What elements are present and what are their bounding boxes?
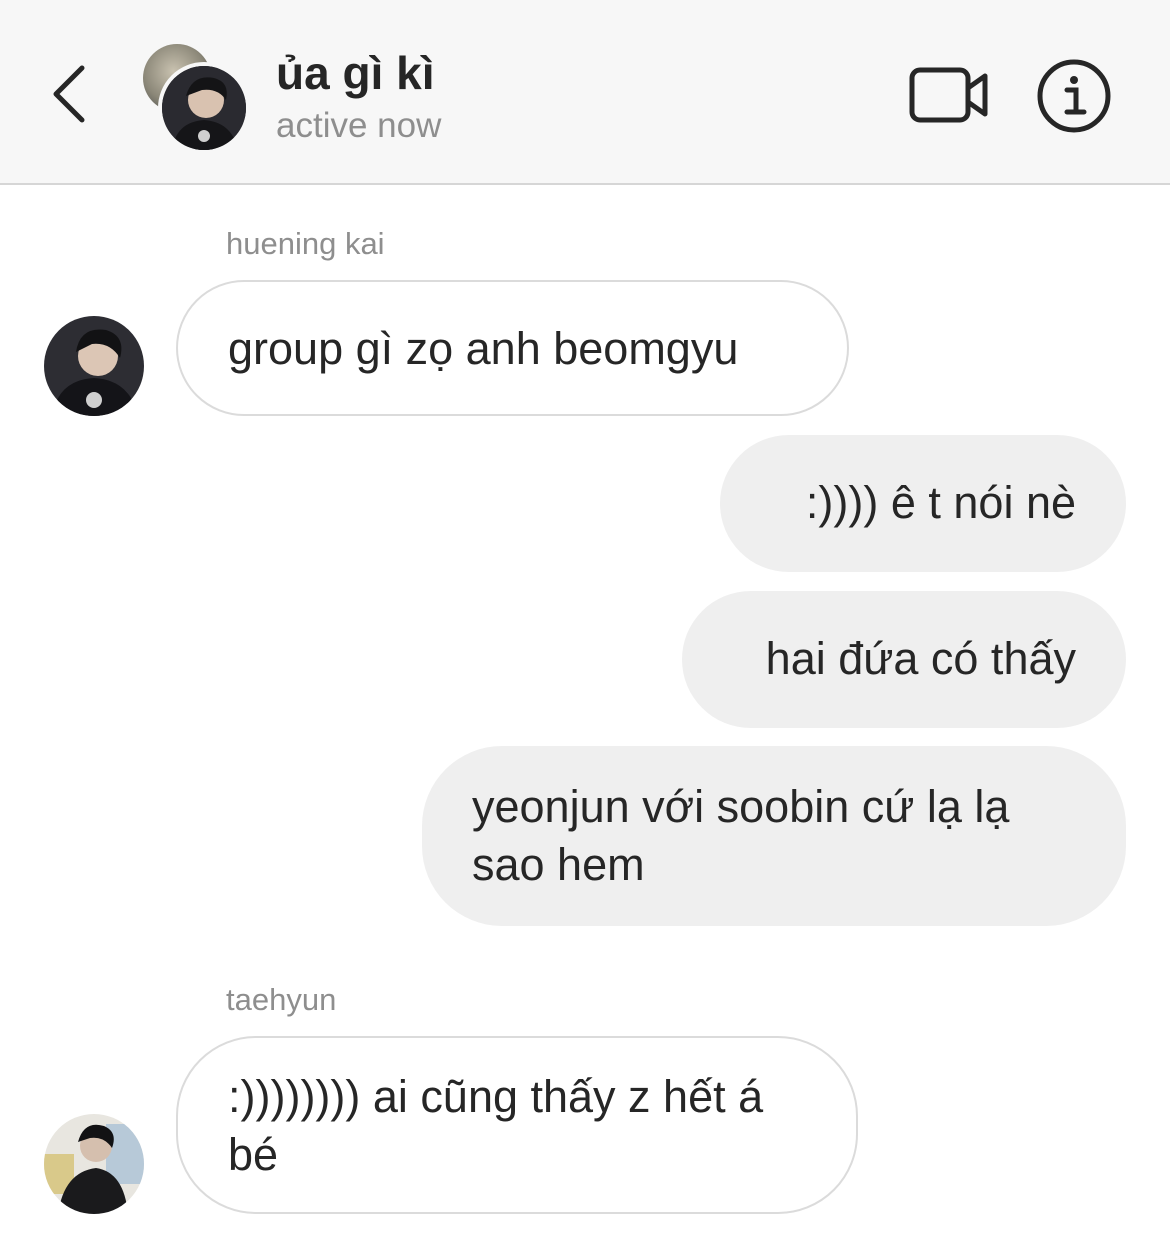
message-text: hai đứa có thấy [765, 633, 1076, 684]
message-text: :)))) ê t nói nè [805, 477, 1076, 528]
info-circle-icon [1037, 59, 1111, 133]
message-text: :)))))))) ai cũng thấy z hết á bé [228, 1071, 764, 1180]
chevron-left-icon [53, 65, 85, 123]
group-avatar-primary [158, 62, 250, 154]
message-bubble[interactable]: group gì zọ anh beomgyu [176, 280, 849, 416]
group-avatar[interactable] [140, 42, 250, 154]
video-call-button[interactable] [905, 60, 995, 130]
sender-name: huening kai [226, 226, 385, 261]
video-camera-icon [909, 67, 988, 123]
chat-header: ủa gì kì active now [0, 0, 1170, 185]
message-text: group gì zọ anh beomgyu [228, 323, 739, 374]
message-text: yeonjun với soobin cứ lạ lạ sao hem [472, 781, 1010, 890]
message-bubble[interactable]: yeonjun với soobin cứ lạ lạ sao hem [422, 746, 1126, 926]
back-button[interactable] [40, 58, 100, 128]
message-bubble[interactable]: hai đứa có thấy [682, 591, 1126, 728]
message-bubble[interactable]: :)))) ê t nói nè [720, 435, 1126, 572]
avatar[interactable] [44, 1114, 144, 1214]
active-status: active now [276, 106, 442, 145]
avatar[interactable] [44, 316, 144, 416]
chat-title: ủa gì kì [276, 47, 435, 99]
sender-name: taehyun [226, 982, 337, 1017]
message-bubble[interactable]: :)))))))) ai cũng thấy z hết á bé [176, 1036, 858, 1214]
info-button[interactable] [1034, 56, 1114, 136]
